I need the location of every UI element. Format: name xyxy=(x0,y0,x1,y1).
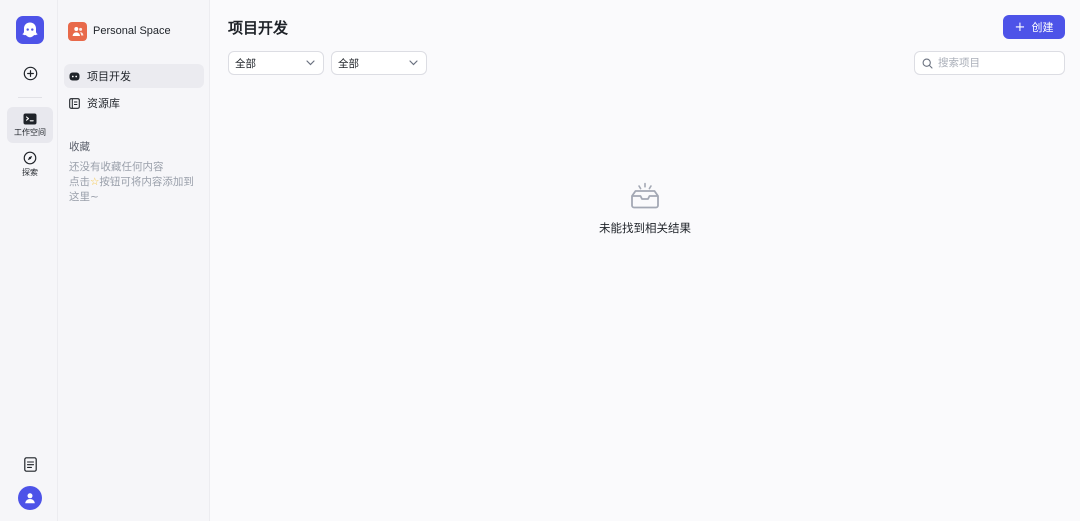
rail-item-label: 探索 xyxy=(22,168,38,177)
user-icon xyxy=(25,493,35,504)
space-name: Personal Space xyxy=(93,25,171,37)
page-title: 项目开发 xyxy=(228,19,289,37)
icon-rail: 工作空间 探索 xyxy=(0,0,58,521)
main-content: 项目开发 + 创建 全部 全部 未能找到相关结果 xyxy=(210,0,1080,521)
library-icon xyxy=(69,97,80,109)
search-input[interactable] xyxy=(938,57,1058,69)
rail-item-label: 工作空间 xyxy=(14,128,46,137)
filter-select-2[interactable]: 全部 xyxy=(331,51,427,75)
sidebar-item-library[interactable]: 资源库 xyxy=(64,91,204,115)
search-box[interactable] xyxy=(914,51,1065,75)
star-icon: ☆ xyxy=(90,176,100,188)
empty-box-icon xyxy=(631,182,659,209)
document-icon xyxy=(23,456,37,472)
sidebar-item-label: 资源库 xyxy=(87,97,120,110)
space-switcher[interactable]: Personal Space xyxy=(68,21,171,41)
compass-icon xyxy=(23,151,37,165)
workspace-folder-icon xyxy=(23,113,37,125)
rail-item-explore[interactable]: 探索 xyxy=(7,147,53,181)
plus-circle-icon xyxy=(23,66,37,80)
favorites-empty-hint: 还没有收藏任何内容 点击☆按钮可将内容添加到这里~ xyxy=(69,160,201,205)
people-icon xyxy=(72,26,83,36)
logo-icon xyxy=(22,22,38,38)
create-circle-button[interactable] xyxy=(7,62,53,84)
bot-icon xyxy=(69,72,80,80)
search-icon xyxy=(922,58,933,69)
favorites-empty-line: 还没有收藏任何内容 xyxy=(69,161,164,173)
sidebar-item-projects[interactable]: 项目开发 xyxy=(64,64,204,88)
filter-select-value: 全部 xyxy=(235,57,256,70)
favorites-empty-line: 点击☆按钮可将内容添加到这里~ xyxy=(69,175,201,205)
chevron-down-icon xyxy=(409,60,418,66)
filter-select-value: 全部 xyxy=(338,57,359,70)
space-sidebar: Personal Space 项目开发 资源库 收藏 还没有收藏任何内容 点击☆… xyxy=(58,0,210,521)
empty-state-text: 未能找到相关结果 xyxy=(599,221,691,235)
filter-select-1[interactable]: 全部 xyxy=(228,51,324,75)
plus-icon: + xyxy=(1014,19,1026,35)
favorites-title: 收藏 xyxy=(69,141,90,153)
rail-item-workspace[interactable]: 工作空间 xyxy=(7,107,53,143)
app-logo[interactable] xyxy=(16,16,44,44)
rail-divider xyxy=(18,97,42,98)
empty-state: 未能找到相关结果 xyxy=(210,180,1080,236)
favorites-hint-prefix: 点击 xyxy=(69,176,90,188)
chevron-down-icon xyxy=(306,60,315,66)
avatar[interactable] xyxy=(18,486,42,510)
docs-button[interactable] xyxy=(7,454,53,474)
sidebar-item-label: 项目开发 xyxy=(87,70,131,83)
space-badge xyxy=(68,21,87,41)
create-button-label: 创建 xyxy=(1031,21,1054,34)
create-button[interactable]: + 创建 xyxy=(1003,15,1065,39)
